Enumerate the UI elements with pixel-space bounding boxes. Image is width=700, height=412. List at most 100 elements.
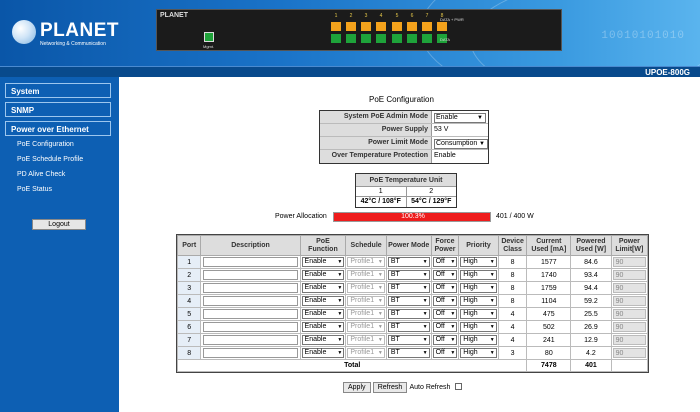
power-limit-input[interactable]: 90: [612, 296, 646, 306]
port-number-label: 3: [364, 13, 368, 19]
port-led-icon[interactable]: [331, 22, 341, 31]
description-input[interactable]: [203, 335, 298, 345]
power-used: 59.2: [570, 294, 612, 308]
device-class: 8: [497, 255, 528, 269]
description-input[interactable]: [203, 309, 298, 319]
poe-function-select[interactable]: Enable ▼: [301, 270, 345, 280]
power-mode-select[interactable]: BT ▼: [387, 283, 430, 293]
temperature-value-1: 42°C / 108°F: [360, 198, 401, 205]
port-link-icon[interactable]: [361, 34, 371, 43]
schedule-select[interactable]: Profile1 ▼: [347, 296, 385, 306]
port-led-icon[interactable]: [361, 22, 371, 31]
sidebar-item-poe-configuration[interactable]: PoE Configuration: [17, 141, 74, 148]
poe-function-select[interactable]: Enable ▼: [301, 322, 345, 332]
power-limit-input[interactable]: 90: [612, 322, 646, 332]
schedule-select[interactable]: Profile1 ▼: [347, 309, 385, 319]
power-limit-cell: 90: [610, 346, 649, 360]
menu-snmp[interactable]: SNMP: [5, 102, 111, 117]
poe-function-select[interactable]: Enable ▼: [301, 257, 345, 267]
priority-select[interactable]: High ▼: [460, 348, 497, 358]
port-link-icon[interactable]: [392, 34, 402, 43]
priority-select[interactable]: High ▼: [460, 257, 497, 267]
refresh-button[interactable]: Refresh: [372, 382, 408, 393]
force-power-select[interactable]: Off ▼: [432, 335, 458, 345]
force-power-select[interactable]: Off ▼: [432, 257, 458, 267]
description-input[interactable]: [203, 283, 298, 293]
power-mode-select[interactable]: BT ▼: [387, 296, 430, 306]
power-limit-input[interactable]: 90: [612, 335, 646, 345]
port-led-icon[interactable]: [437, 22, 447, 31]
description-input[interactable]: [203, 257, 298, 267]
power-limit-input[interactable]: 90: [612, 348, 646, 358]
power-limit-mode-select[interactable]: Consumption ▼: [434, 139, 488, 149]
priority-select[interactable]: High ▼: [460, 283, 497, 293]
power-mode-select[interactable]: BT ▼: [387, 270, 430, 280]
force-power-select[interactable]: Off ▼: [432, 309, 458, 319]
force-power-select[interactable]: Off ▼: [432, 283, 458, 293]
poe-function-cell: Enable ▼: [299, 346, 347, 360]
schedule-select[interactable]: Profile1 ▼: [347, 335, 385, 345]
description-input[interactable]: [203, 322, 298, 332]
dropdown-arrow-icon: ▼: [377, 311, 383, 317]
schedule-select[interactable]: Profile1 ▼: [347, 257, 385, 267]
menu-system[interactable]: System: [5, 83, 111, 98]
description-input[interactable]: [203, 348, 298, 358]
power-limit-input[interactable]: 90: [612, 309, 646, 319]
power-limit-input[interactable]: 90: [612, 270, 646, 280]
port-link-icon[interactable]: [422, 34, 432, 43]
schedule-select[interactable]: Profile1 ▼: [347, 348, 385, 358]
priority-select[interactable]: High ▼: [460, 335, 497, 345]
sidebar-item-poe-status[interactable]: PoE Status: [17, 186, 52, 193]
logout-button[interactable]: Logout: [32, 219, 86, 230]
schedule-select[interactable]: Profile1 ▼: [347, 270, 385, 280]
description-input[interactable]: [203, 296, 298, 306]
poe-function-select[interactable]: Enable ▼: [301, 348, 345, 358]
port-led-icon[interactable]: [407, 22, 417, 31]
power-limit-input[interactable]: 90: [612, 257, 646, 267]
priority-select[interactable]: High ▼: [460, 322, 497, 332]
power-mode-select[interactable]: BT ▼: [387, 322, 430, 332]
force-power-select[interactable]: Off ▼: [432, 270, 458, 280]
port-link-icon[interactable]: [346, 34, 356, 43]
power-mode-select[interactable]: BT ▼: [387, 348, 430, 358]
column-header: Power Limit[W]: [610, 235, 649, 256]
port-led-icon[interactable]: [422, 22, 432, 31]
mgmt-port-icon[interactable]: [204, 32, 214, 42]
poe-function-cell: Enable ▼: [299, 294, 347, 308]
description-cell: [200, 333, 301, 347]
sidebar-item-poe-schedule-profile[interactable]: PoE Schedule Profile: [17, 156, 83, 163]
schedule-select[interactable]: Profile1 ▼: [347, 322, 385, 332]
force-power-select[interactable]: Off ▼: [432, 296, 458, 306]
port-link-icon[interactable]: [407, 34, 417, 43]
dropdown-arrow-icon: ▼: [422, 311, 428, 317]
port-led-icon[interactable]: [346, 22, 356, 31]
schedule-select[interactable]: Profile1 ▼: [347, 283, 385, 293]
sidebar-item-pd-alive-check[interactable]: PD Alive Check: [17, 171, 65, 178]
planet-logo: PLANET Networking & Communication: [12, 20, 119, 50]
port-link-icon[interactable]: [376, 34, 386, 43]
poe-function-select[interactable]: Enable ▼: [301, 335, 345, 345]
force-power-select[interactable]: Off ▼: [432, 322, 458, 332]
power-limit-input[interactable]: 90: [612, 283, 646, 293]
priority-select[interactable]: High ▼: [460, 270, 497, 280]
port-led-icon[interactable]: [392, 22, 402, 31]
apply-button[interactable]: Apply: [343, 382, 371, 393]
force-power-select[interactable]: Off ▼: [432, 348, 458, 358]
power-mode-select[interactable]: BT ▼: [387, 257, 430, 267]
port-link-icon[interactable]: [331, 34, 341, 43]
poe-function-select[interactable]: Enable ▼: [301, 296, 345, 306]
port-led-icon[interactable]: [376, 22, 386, 31]
poe-function-select[interactable]: Enable ▼: [301, 283, 345, 293]
auto-refresh-checkbox[interactable]: [454, 383, 462, 391]
priority-cell: High ▼: [458, 268, 499, 282]
poe-function-select[interactable]: Enable ▼: [301, 309, 345, 319]
power-mode-cell: BT ▼: [385, 294, 432, 308]
column-header: PoE Function: [299, 235, 347, 256]
admin-mode-select[interactable]: Enable ▼: [434, 113, 486, 123]
menu-power-over-ethernet[interactable]: Power over Ethernet: [5, 121, 111, 136]
priority-select[interactable]: High ▼: [460, 309, 497, 319]
description-input[interactable]: [203, 270, 298, 280]
power-mode-select[interactable]: BT ▼: [387, 335, 430, 345]
power-mode-select[interactable]: BT ▼: [387, 309, 430, 319]
priority-select[interactable]: High ▼: [460, 296, 497, 306]
